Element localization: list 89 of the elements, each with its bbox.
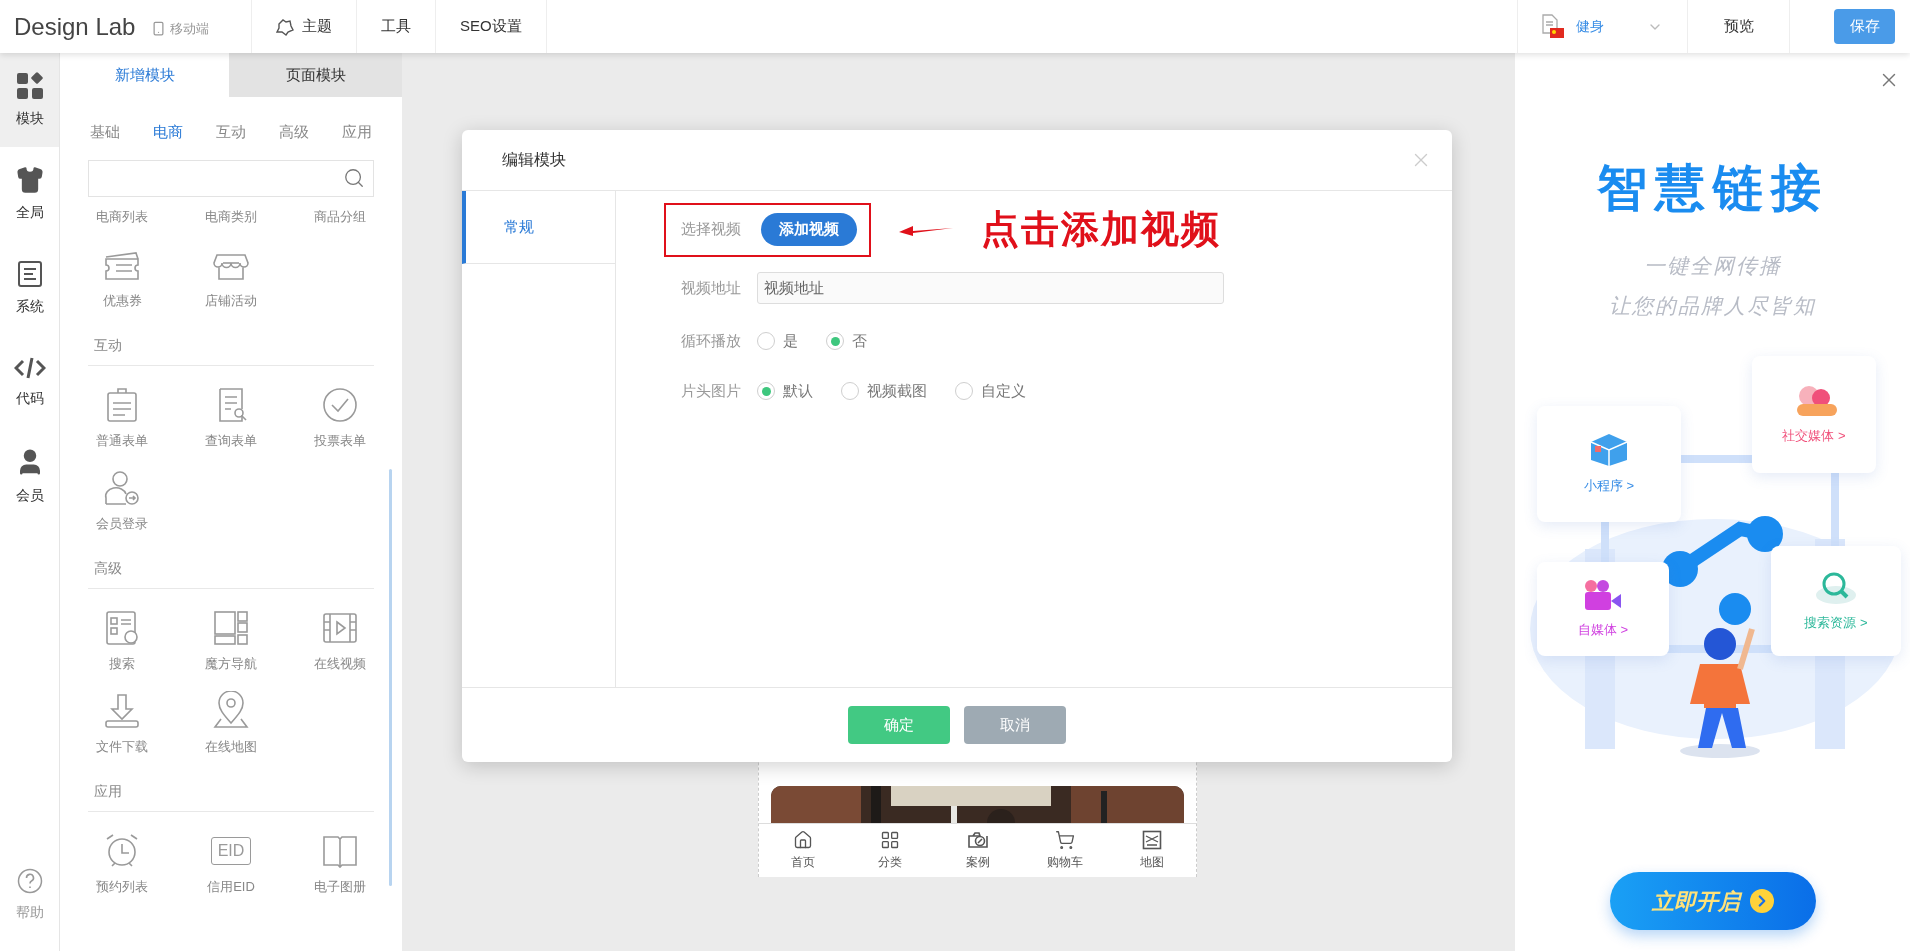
- card-label: 小程序 >: [1583, 477, 1635, 496]
- module-item[interactable]: 文件下载: [68, 682, 177, 765]
- shirt-icon: [15, 165, 44, 194]
- radio-button[interactable]: [841, 382, 859, 400]
- module-item[interactable]: 会员登录: [68, 459, 177, 542]
- module-item[interactable]: 店铺活动: [176, 236, 286, 319]
- map-icon: [1142, 830, 1163, 850]
- module-label: 电商类别: [204, 207, 258, 226]
- field-label: 选择视频: [681, 219, 742, 240]
- radio-label: 视频截图: [867, 380, 927, 401]
- start-button[interactable]: 立即开启: [1609, 872, 1816, 930]
- module-item[interactable]: 查询表单: [176, 376, 286, 459]
- radio-label: 是: [783, 330, 798, 351]
- camera-icon: [966, 830, 989, 850]
- phone-tab[interactable]: 案例: [933, 824, 1022, 877]
- radio-label: 默认: [783, 380, 813, 401]
- device-label: 移动端: [170, 19, 210, 38]
- cart-icon: [1054, 830, 1075, 850]
- card-label: 自媒体 >: [1577, 621, 1629, 640]
- category-tab[interactable]: 高级: [279, 121, 309, 144]
- map-pin-icon: [211, 690, 251, 731]
- category-tab[interactable]: 互动: [216, 121, 246, 144]
- module-label: 电商列表: [95, 207, 150, 226]
- phone-tab[interactable]: 分类: [846, 824, 934, 877]
- module-item[interactable]: 优惠券: [68, 236, 177, 319]
- annotation: 点击添加视频: [981, 207, 1221, 252]
- document-icon: [1542, 13, 1558, 34]
- theme-icon: [276, 17, 294, 36]
- feature-card[interactable]: 搜索资源 >: [1771, 546, 1901, 656]
- search-field[interactable]: [88, 159, 374, 197]
- radio-button[interactable]: [757, 332, 775, 350]
- input-field[interactable]: 视频地址: [757, 272, 1224, 304]
- section-heading: 应用: [93, 783, 123, 799]
- feature-card[interactable]: 小程序 >: [1537, 406, 1681, 522]
- grid-icon: [880, 830, 901, 850]
- module-label: 商品分组: [312, 207, 367, 226]
- feature-card[interactable]: 自媒体 >: [1537, 562, 1669, 656]
- radio-button[interactable]: [955, 382, 973, 400]
- rail-item[interactable]: 模块: [0, 53, 59, 147]
- help-button[interactable]: 帮助: [0, 855, 59, 935]
- save-button[interactable]: 保存: [1834, 9, 1895, 44]
- module-item[interactable]: 电子图册: [285, 822, 394, 905]
- module-item[interactable]: 在线地图: [176, 682, 286, 765]
- phone-tab[interactable]: 首页: [759, 824, 847, 877]
- field-label: 片头图片: [681, 380, 742, 401]
- module-item[interactable]: 搜索: [68, 599, 177, 682]
- menu-item[interactable]: SEO设置: [436, 0, 547, 53]
- cancel-button[interactable]: 取消: [964, 706, 1066, 744]
- module-item[interactable]: EID 信用EID: [176, 822, 286, 905]
- phone-tab[interactable]: 购物车: [1021, 824, 1109, 877]
- cube-icon: [1589, 432, 1629, 469]
- list-document-icon: [16, 259, 43, 288]
- dialog-tab[interactable]: 常规: [462, 191, 615, 264]
- home-icon: [792, 830, 813, 850]
- section-heading: 互动: [93, 337, 123, 353]
- module-item[interactable]: 在线视频: [285, 599, 394, 682]
- category-tab[interactable]: 基础: [90, 121, 120, 144]
- section-heading: 高级: [93, 560, 123, 576]
- help-icon: [16, 867, 43, 894]
- logo: Design Lab: [14, 11, 136, 42]
- dialog-title: 编辑模块: [502, 150, 566, 170]
- add-video-button[interactable]: 添加视频: [761, 213, 857, 246]
- category-tab[interactable]: 应用: [342, 121, 372, 144]
- phone-tab[interactable]: 地图: [1108, 824, 1197, 877]
- card-label: 社交媒体 >: [1782, 426, 1846, 445]
- module-item[interactable]: 普通表单: [68, 376, 177, 459]
- radio-button[interactable]: [826, 332, 844, 350]
- category-tab[interactable]: 电商: [153, 121, 183, 144]
- search-icon: [343, 167, 365, 189]
- modules-icon: [15, 71, 44, 100]
- field-label: 视频地址: [681, 277, 742, 298]
- radio-button[interactable]: [757, 382, 775, 400]
- feature-card[interactable]: 社交媒体 >: [1752, 356, 1876, 473]
- panel-tab[interactable]: 页面模块: [229, 53, 402, 97]
- radio-label: 否: [852, 330, 867, 351]
- module-item[interactable]: 预约列表: [68, 822, 177, 905]
- module-item[interactable]: 投票表单: [285, 376, 394, 459]
- eid-icon: EID: [211, 836, 251, 865]
- flag-icon: [1550, 27, 1564, 38]
- promo-subtitle: 让您的品牌人尽皆知: [1609, 292, 1816, 319]
- module-item[interactable]: 魔方导航: [176, 599, 286, 682]
- code-icon: [13, 355, 46, 380]
- promo-subtitle: 一键全网传播: [1643, 253, 1782, 279]
- phone-icon: [151, 21, 167, 36]
- card-label: 搜索资源 >: [1804, 614, 1868, 633]
- radio-label: 自定义: [981, 380, 1026, 401]
- confirm-button[interactable]: 确定: [848, 706, 950, 744]
- promo-title: 智慧链接: [1596, 159, 1829, 218]
- field-label: 循环播放: [681, 330, 742, 351]
